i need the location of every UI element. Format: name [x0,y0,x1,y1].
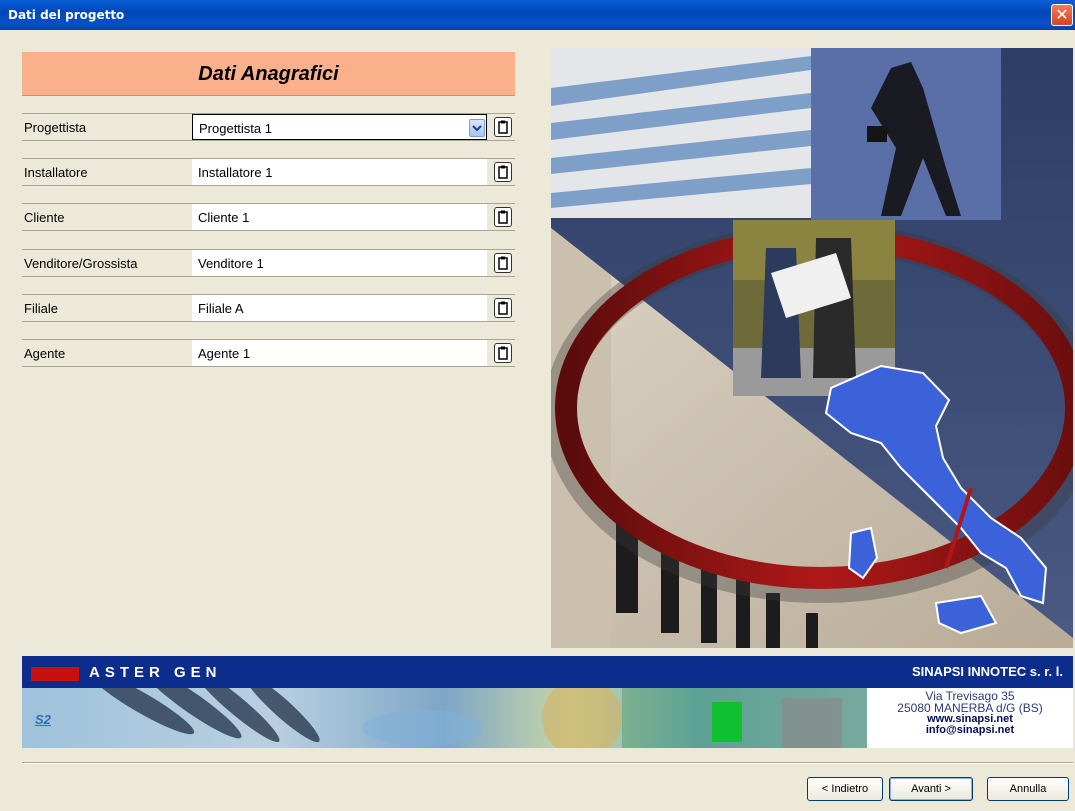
field-row-progettista: Progettista Progettista 1 [22,113,515,141]
field-label: Agente [24,346,66,361]
field-row-filiale: Filiale Filiale A [22,294,515,322]
agente-field[interactable]: Agente 1 [192,340,487,366]
field-row-venditore: Venditore/Grossista Venditore 1 [22,249,515,277]
section-header: Dati Anagrafici [22,52,515,96]
field-row-agente: Agente Agente 1 [22,339,515,367]
chevron-down-icon[interactable] [469,119,485,137]
separator [22,762,1073,764]
company-name: SINAPSI INNOTEC s. r. l. [912,664,1063,679]
banner-bar: ASTER GEN SINAPSI INNOTEC s. r. l. [22,656,1073,688]
field-label: Cliente [24,210,65,225]
field-value: Filiale A [198,301,244,316]
filiale-field[interactable]: Filiale A [192,295,487,321]
logo-s2: S2 [35,712,51,727]
company-address: Via Trevisago 35 25080 MANERBA d/G (BS) … [867,688,1073,748]
clipboard-icon[interactable] [494,343,512,363]
email-link[interactable]: info@sinapsi.net [867,725,1073,736]
field-value: Progettista 1 [199,121,272,136]
field-row-cliente: Cliente Cliente 1 [22,203,515,231]
section-title: Dati Anagrafici [198,63,339,85]
cancel-button[interactable]: Annulla [987,777,1069,801]
next-button[interactable]: Avanti > [889,777,973,801]
brand-red-block [31,667,79,681]
field-row-installatore: Installatore Installatore 1 [22,158,515,186]
banner-image: S2 [22,688,867,748]
clipboard-icon[interactable] [494,253,512,273]
clipboard-icon[interactable] [494,117,512,137]
cliente-field[interactable]: Cliente 1 [192,204,487,230]
venditore-field[interactable]: Venditore 1 [192,250,487,276]
footer-banner: ASTER GEN SINAPSI INNOTEC s. r. l. S2 Vi… [22,656,1073,750]
field-value: Installatore 1 [198,165,273,180]
project-collage-image [551,48,1073,648]
close-icon[interactable]: ✕ [1051,4,1073,26]
clipboard-icon[interactable] [494,207,512,227]
field-value: Agente 1 [198,346,251,361]
field-value: Venditore 1 [198,256,264,271]
progettista-combo[interactable]: Progettista 1 [192,114,487,140]
back-button[interactable]: < Indietro [807,777,883,801]
field-label: Installatore [24,165,88,180]
clipboard-icon[interactable] [494,162,512,182]
field-label: Progettista [24,120,87,135]
field-label: Filiale [24,301,58,316]
product-name: ASTER GEN [89,664,222,681]
title-bar: Dati del progetto ✕ [0,0,1075,30]
installatore-field[interactable]: Installatore 1 [192,159,487,185]
clipboard-icon[interactable] [494,298,512,318]
field-value: Cliente 1 [198,210,250,225]
field-label: Venditore/Grossista [24,256,138,271]
window-title: Dati del progetto [8,8,125,22]
